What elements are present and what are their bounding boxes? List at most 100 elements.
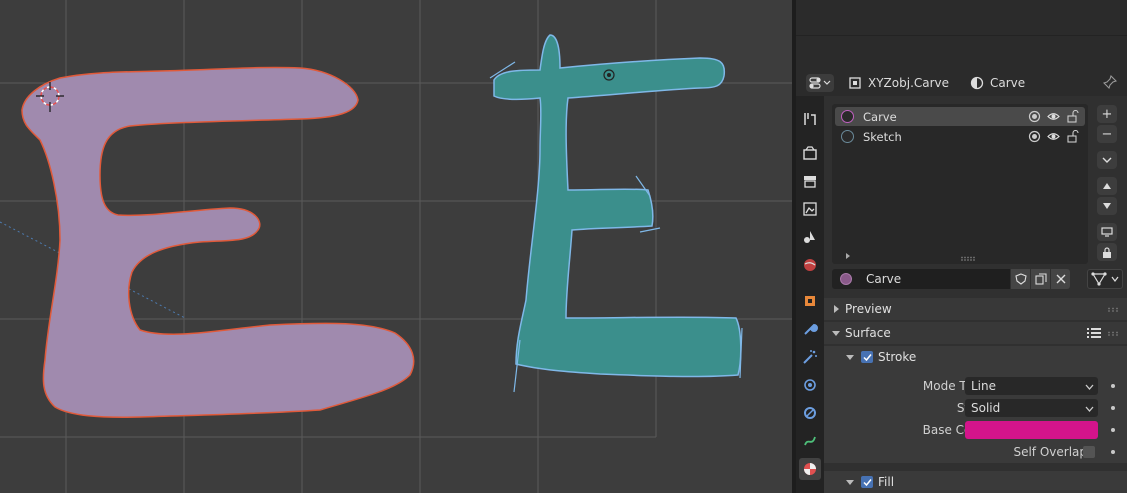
mode-type-row: Mode Type Line <box>824 375 1127 397</box>
tool-icon <box>804 113 816 125</box>
triangle-down-icon <box>1103 203 1111 209</box>
breadcrumb-object-label: XYZobj.Carve <box>868 76 950 90</box>
modifier-wrench-icon <box>804 323 818 335</box>
material-sphere-icon <box>970 76 984 90</box>
lock-others-button[interactable] <box>1097 243 1117 261</box>
tab-tool[interactable] <box>799 108 821 130</box>
slot-row-sketch[interactable]: Sketch <box>835 127 1085 146</box>
list-resize-grip-icon[interactable] <box>960 256 976 261</box>
style-row: Style Solid <box>824 397 1127 419</box>
animate-property-icon[interactable] <box>1111 450 1115 454</box>
sketch-letter-e[interactable] <box>489 34 743 393</box>
slot-link-dropdown[interactable] <box>1087 269 1123 289</box>
physics-icon <box>804 379 816 391</box>
tab-object[interactable] <box>799 290 821 312</box>
style-dropdown[interactable]: Solid <box>965 399 1098 417</box>
tab-output[interactable] <box>799 170 821 192</box>
pin-icon[interactable] <box>1103 75 1117 89</box>
animate-property-icon[interactable] <box>1111 384 1115 388</box>
slot-name: Sketch <box>863 130 902 144</box>
drag-grip-icon[interactable] <box>1107 331 1119 336</box>
material-name-input[interactable]: Carve <box>860 269 1010 289</box>
unlink-material-button[interactable] <box>1050 269 1070 289</box>
triangle-down-icon <box>832 331 840 336</box>
animate-property-icon[interactable] <box>1111 428 1115 432</box>
slot-specials-button[interactable] <box>1097 151 1117 169</box>
material-browse-button[interactable] <box>832 269 860 289</box>
subpanel-title: Fill <box>878 475 895 489</box>
ghost-icon[interactable] <box>1028 110 1041 123</box>
mode-type-dropdown[interactable]: Line <box>965 377 1098 395</box>
tab-constraints[interactable] <box>799 402 821 424</box>
checkmark-icon <box>862 478 872 486</box>
preview-panel-header[interactable]: Preview <box>824 298 1127 320</box>
chevron-down-icon <box>1111 276 1119 282</box>
fake-user-button[interactable] <box>1010 269 1030 289</box>
material-preview-icon <box>840 273 852 285</box>
editor-type-icon <box>809 77 831 89</box>
grease-pencil-viewport[interactable] <box>0 0 792 493</box>
properties-editor: XYZobj.Carve Carve Carve Sketch + − Carv… <box>796 0 1127 493</box>
tab-scene[interactable] <box>799 226 821 248</box>
hide-others-button[interactable] <box>1097 223 1117 241</box>
duplicate-icon <box>1034 273 1047 285</box>
tab-world[interactable] <box>799 254 821 276</box>
eye-icon[interactable] <box>1047 130 1060 143</box>
fill-subpanel-header[interactable]: Fill <box>824 471 1127 493</box>
blender-window: XYZobj.Carve Carve Carve Sketch + − Carv… <box>0 0 1127 493</box>
remove-slot-button[interactable]: − <box>1097 125 1117 143</box>
ghost-icon[interactable] <box>1028 130 1041 143</box>
tab-render[interactable] <box>799 142 821 164</box>
material-slot-list[interactable]: Carve Sketch <box>832 104 1088 264</box>
fill-enable-checkbox[interactable] <box>861 476 873 488</box>
vertex-link-icon <box>1091 272 1107 286</box>
eye-icon[interactable] <box>1047 110 1060 123</box>
world-icon <box>804 259 816 271</box>
material-datablock-field[interactable]: Carve <box>832 269 1080 289</box>
surface-panel-header[interactable]: Surface <box>824 322 1127 344</box>
editor-type-button[interactable] <box>806 74 834 92</box>
panel-title: Preview <box>845 302 892 316</box>
close-icon <box>1056 274 1065 284</box>
unlock-icon[interactable] <box>1066 130 1079 143</box>
tab-material[interactable] <box>799 458 821 480</box>
list-expand-icon[interactable] <box>844 252 852 260</box>
breadcrumb-material: Carve <box>970 75 1025 91</box>
carve-letter-e[interactable] <box>21 66 415 418</box>
tab-data[interactable] <box>799 430 821 452</box>
view-layer-icon <box>803 202 817 216</box>
tab-view-layer[interactable] <box>799 198 821 220</box>
grease-pencil-data-icon <box>804 436 816 446</box>
chevron-down-icon <box>1085 384 1094 390</box>
subpanel-title: Stroke <box>878 350 917 364</box>
properties-header: XYZobj.Carve Carve <box>796 70 1127 96</box>
spacer <box>824 463 1127 471</box>
stroke-enable-checkbox[interactable] <box>861 351 873 363</box>
drag-grip-icon[interactable] <box>1107 307 1119 312</box>
self-overlap-label: Self Overlap <box>1013 445 1087 459</box>
duplicate-material-button[interactable] <box>1030 269 1050 289</box>
base-color-swatch[interactable] <box>965 421 1098 439</box>
triangle-down-icon <box>846 355 854 360</box>
checkmark-icon <box>862 353 872 361</box>
self-overlap-checkbox[interactable] <box>1083 446 1095 458</box>
stroke-subpanel-header[interactable]: Stroke <box>824 346 1127 368</box>
tab-modifier[interactable] <box>799 318 821 340</box>
triangle-down-icon <box>846 480 854 485</box>
constraints-icon <box>804 407 816 419</box>
breadcrumb-material-label: Carve <box>990 76 1026 90</box>
tab-effects[interactable] <box>799 346 821 368</box>
style-value: Solid <box>971 401 1001 415</box>
list-menu-icon[interactable] <box>1087 327 1101 339</box>
unlock-icon[interactable] <box>1066 110 1079 123</box>
tab-physics[interactable] <box>799 374 821 396</box>
self-overlap-row: Self Overlap <box>824 441 1127 463</box>
effects-icon <box>803 350 817 364</box>
move-down-button[interactable] <box>1097 197 1117 215</box>
chevron-down-icon <box>1102 157 1112 163</box>
move-up-button[interactable] <box>1097 177 1117 195</box>
add-slot-button[interactable]: + <box>1097 105 1117 123</box>
triangle-up-icon <box>1103 183 1111 189</box>
slot-row-carve[interactable]: Carve <box>835 107 1085 126</box>
animate-property-icon[interactable] <box>1111 406 1115 410</box>
